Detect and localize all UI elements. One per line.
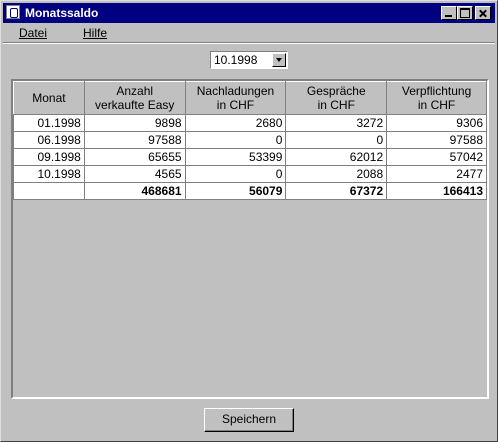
- header-nachladungen[interactable]: Nachladungen in CHF: [184, 81, 287, 115]
- cell-recharges[interactable]: 2680: [184, 114, 287, 132]
- cell-calls[interactable]: 2088: [285, 165, 388, 183]
- menu-bar: Datei Hilfe: [3, 24, 495, 44]
- title-bar: Monatssaldo: [3, 3, 495, 23]
- table-row[interactable]: 10.1998 4565 0 2088 2477: [13, 165, 487, 183]
- balance-table: Monat Anzahl verkaufte Easy Nachladungen i…: [13, 81, 487, 200]
- cell-month[interactable]: 06.1998: [13, 131, 85, 149]
- minimize-icon[interactable]: [441, 6, 457, 20]
- total-cell-calls[interactable]: 67372: [285, 182, 388, 200]
- header-verpflichtung[interactable]: Verpflichtung in CHF: [386, 81, 487, 115]
- cell-sold[interactable]: 9898: [83, 114, 186, 132]
- java-app-icon: [6, 5, 20, 19]
- cell-sold[interactable]: 65655: [83, 148, 186, 166]
- cell-obligation[interactable]: 9306: [386, 114, 487, 132]
- cell-recharges[interactable]: 53399: [184, 148, 287, 166]
- cell-month[interactable]: 10.1998: [13, 165, 85, 183]
- header-gespraeche[interactable]: Gespräche in CHF: [285, 81, 388, 115]
- cell-obligation[interactable]: 2477: [386, 165, 487, 183]
- total-cell-sold[interactable]: 468681: [83, 182, 186, 200]
- cell-obligation[interactable]: 57042: [386, 148, 487, 166]
- cell-calls[interactable]: 3272: [285, 114, 388, 132]
- menu-datei[interactable]: Datei: [19, 26, 47, 40]
- cell-sold[interactable]: 97588: [83, 131, 186, 149]
- table-row[interactable]: 01.1998 9898 2680 3272 9306: [13, 114, 487, 132]
- month-select[interactable]: 10.1998: [210, 51, 288, 69]
- window-title: Monatssaldo: [25, 6, 99, 20]
- dropdown-arrow-icon[interactable]: [272, 53, 286, 67]
- cell-calls[interactable]: 0: [285, 131, 388, 149]
- cell-calls[interactable]: 62012: [285, 148, 388, 166]
- app-window: Monatssaldo Datei Hilfe 10.1998 Monat An…: [0, 0, 498, 442]
- close-icon[interactable]: [475, 6, 491, 20]
- total-cell-recharges[interactable]: 56079: [184, 182, 287, 200]
- maximize-icon[interactable]: [457, 6, 473, 20]
- cell-month[interactable]: 01.1998: [13, 114, 85, 132]
- cell-recharges[interactable]: 0: [184, 131, 287, 149]
- total-cell-obligation[interactable]: 166413: [386, 182, 487, 200]
- totals-row[interactable]: 468681 56079 67372 166413: [13, 182, 487, 200]
- save-button[interactable]: Speichern: [204, 408, 294, 432]
- month-select-value: 10.1998: [214, 53, 258, 67]
- balance-table-container[interactable]: Monat Anzahl verkaufte Easy Nachladungen i…: [11, 79, 489, 399]
- table-row[interactable]: 06.1998 97588 0 0 97588: [13, 131, 487, 149]
- cell-obligation[interactable]: 97588: [386, 131, 487, 149]
- table-header-row: Monat Anzahl verkaufte Easy Nachladungen i…: [13, 81, 487, 115]
- header-anzahl[interactable]: Anzahl verkaufte Easy: [83, 81, 186, 115]
- cell-recharges[interactable]: 0: [184, 165, 287, 183]
- header-monat[interactable]: Monat: [13, 81, 85, 115]
- cell-month[interactable]: 09.1998: [13, 148, 85, 166]
- table-row[interactable]: 09.1998 65655 53399 62012 57042: [13, 148, 487, 166]
- menu-hilfe[interactable]: Hilfe: [83, 26, 107, 40]
- cell-sold[interactable]: 4565: [83, 165, 186, 183]
- total-cell-month[interactable]: [13, 182, 85, 200]
